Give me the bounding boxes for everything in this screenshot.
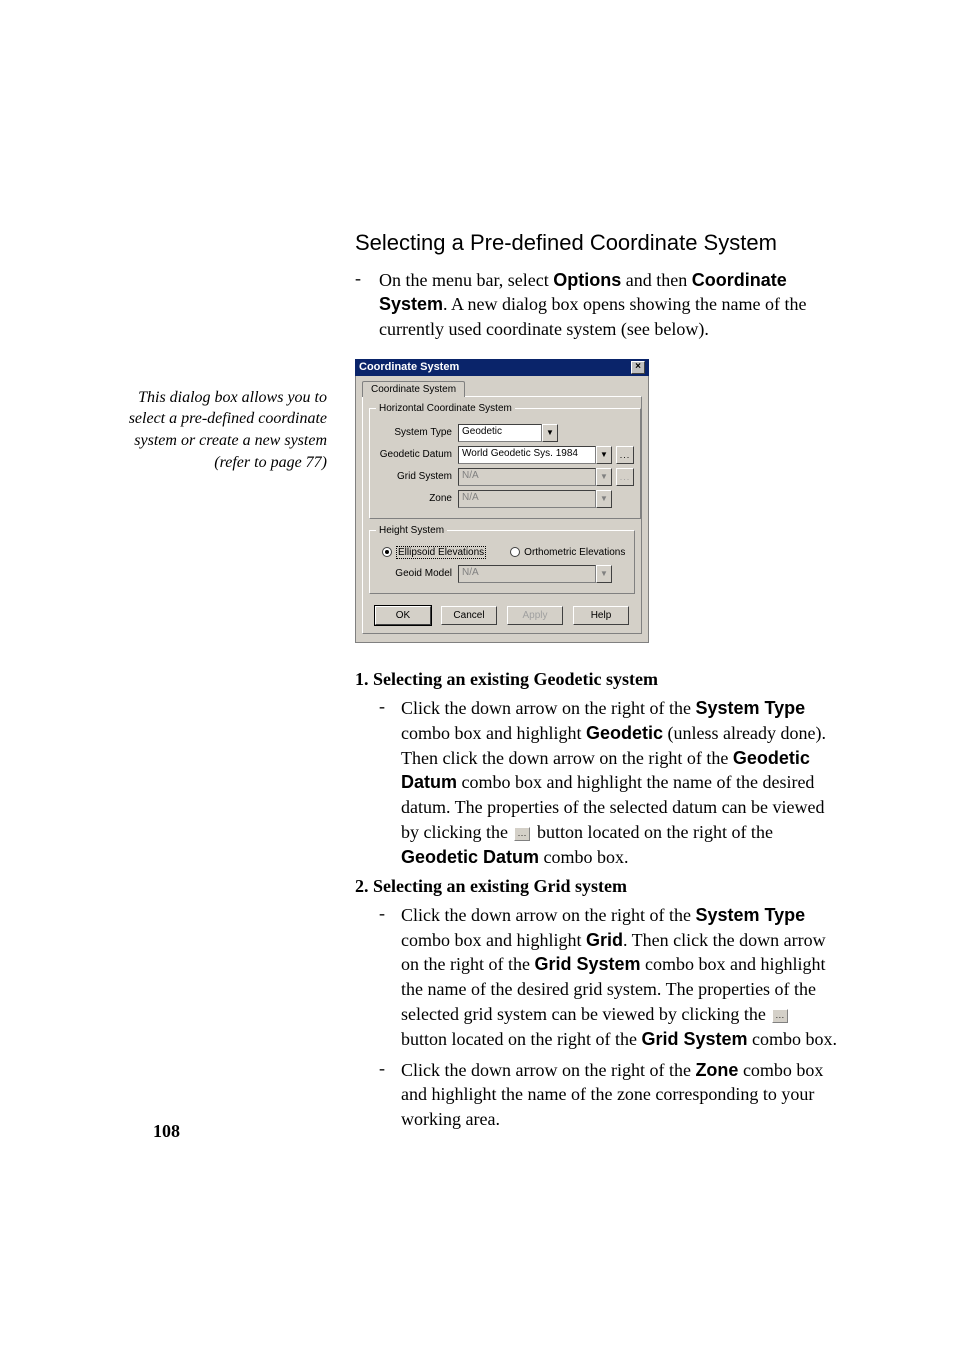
chevron-down-icon: ▼ xyxy=(596,565,612,583)
section-heading: Selecting a Pre-defined Coordinate Syste… xyxy=(355,230,839,256)
chevron-down-icon[interactable]: ▼ xyxy=(542,424,558,442)
chevron-down-icon[interactable]: ▼ xyxy=(596,446,612,464)
list-bullet: - xyxy=(379,696,401,717)
geodetic-datum-label: Geodetic Datum xyxy=(376,449,458,460)
ok-button[interactable]: OK xyxy=(375,606,431,625)
tab-coordinate-system[interactable]: Coordinate System xyxy=(362,381,465,397)
intro-bullet: - xyxy=(355,268,379,289)
dialog-title: Coordinate System xyxy=(359,361,459,373)
margin-note: This dialog box allows you to select a p… xyxy=(115,359,327,473)
page-number: 108 xyxy=(153,1121,180,1142)
dialog-titlebar[interactable]: Coordinate System × xyxy=(355,359,649,376)
help-button[interactable]: Help xyxy=(573,606,629,625)
system-type-label: System Type xyxy=(376,427,458,438)
radio-ellipsoid-elevations[interactable]: Ellipsoid Elevations xyxy=(382,546,486,559)
hcs-legend: Horizontal Coordinate System xyxy=(376,403,515,414)
system-type-combo[interactable]: Geodetic xyxy=(458,424,542,442)
numbered-heading: 2. Selecting an existing Grid system xyxy=(355,876,839,897)
grid-system-combo: N/A xyxy=(458,468,596,486)
geodetic-datum-combo[interactable]: World Geodetic Sys. 1984 xyxy=(458,446,596,464)
radio-icon xyxy=(382,547,392,557)
numbered-heading: 1. Selecting an existing Geodetic system xyxy=(355,669,839,690)
zone-label: Zone xyxy=(376,493,458,504)
chevron-down-icon: ▼ xyxy=(596,490,612,508)
grid-properties-button: ... xyxy=(616,468,634,486)
coordinate-system-dialog: Coordinate System × Coordinate System Ho… xyxy=(355,359,649,643)
list-item-text: Click the down arrow on the right of the… xyxy=(401,1058,839,1132)
properties-button-icon: ... xyxy=(772,1009,788,1023)
geoid-model-label: Geoid Model xyxy=(376,568,458,579)
list-bullet: - xyxy=(379,903,401,924)
horizontal-coord-group: Horizontal Coordinate System System Type… xyxy=(369,403,641,519)
geoid-model-combo: N/A xyxy=(458,565,596,583)
hs-legend: Height System xyxy=(376,525,447,536)
radio-icon xyxy=(510,547,520,557)
intro-text: On the menu bar, select Options and then… xyxy=(379,268,839,341)
chevron-down-icon: ▼ xyxy=(596,468,612,486)
datum-properties-button[interactable]: ... xyxy=(616,446,634,464)
grid-system-label: Grid System xyxy=(376,471,458,482)
apply-button: Apply xyxy=(507,606,563,625)
zone-combo: N/A xyxy=(458,490,596,508)
properties-button-icon: ... xyxy=(514,827,530,841)
list-item-text: Click the down arrow on the right of the… xyxy=(401,696,839,870)
cancel-button[interactable]: Cancel xyxy=(441,606,497,625)
close-icon[interactable]: × xyxy=(631,361,645,374)
list-bullet: - xyxy=(379,1058,401,1079)
radio-orthometric-elevations[interactable]: Orthometric Elevations xyxy=(510,547,625,558)
height-system-group: Height System Ellipsoid Elevations Ortho… xyxy=(369,525,635,594)
list-item-text: Click the down arrow on the right of the… xyxy=(401,903,839,1052)
